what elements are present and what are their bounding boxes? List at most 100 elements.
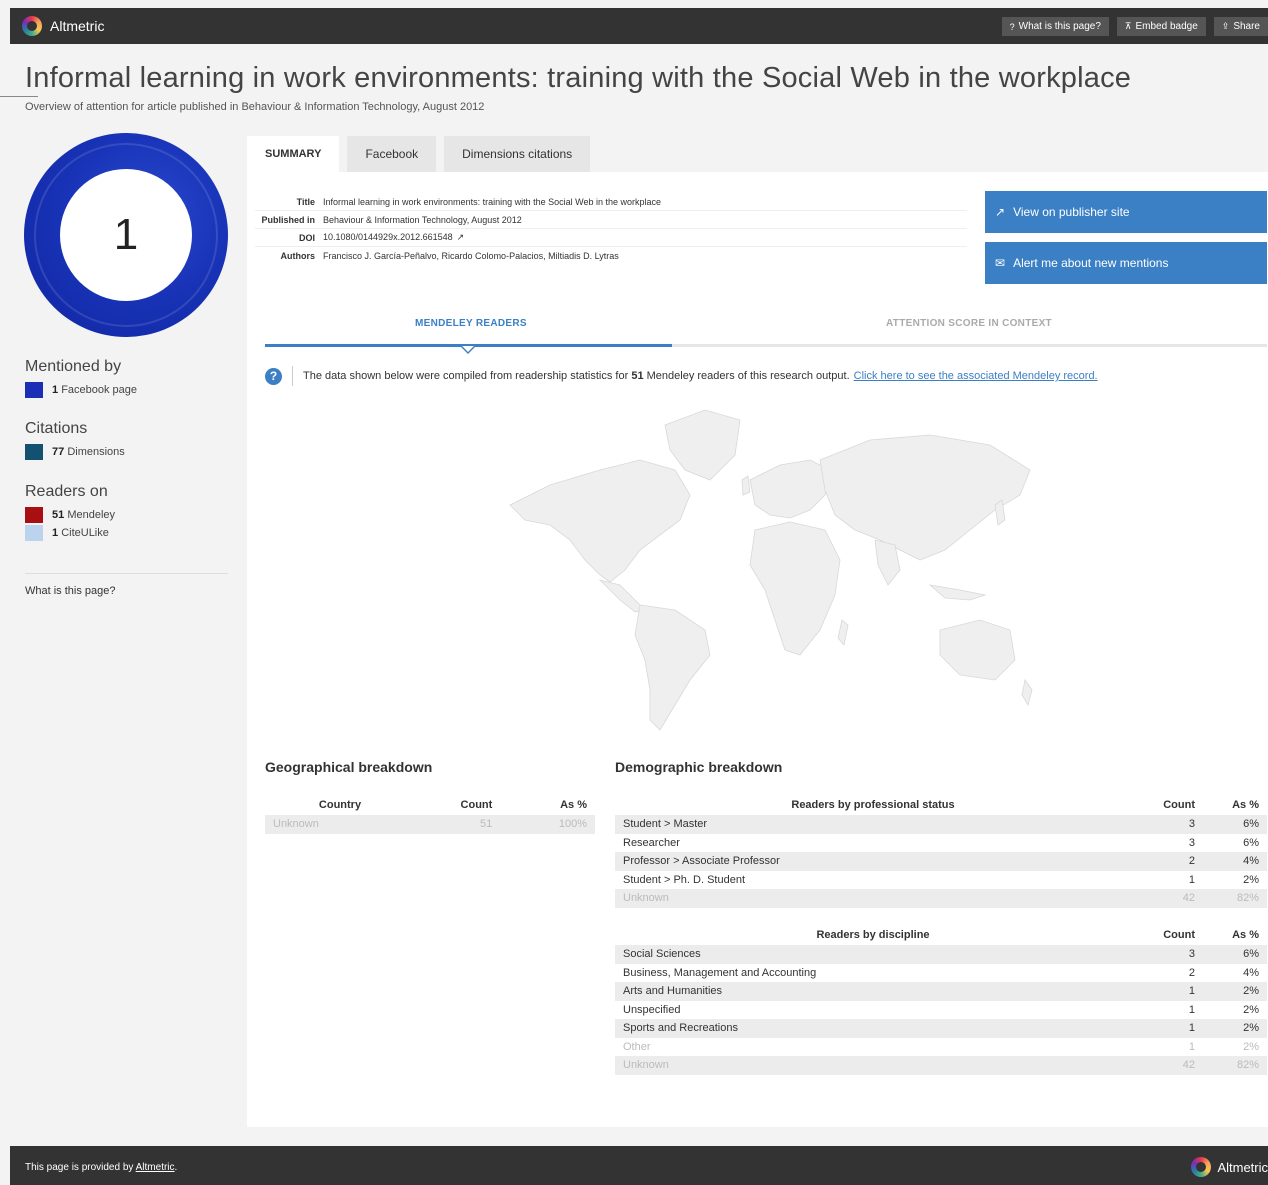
button-label: Share [1233,21,1260,32]
table-row: Unspecified 1 2% [623,1003,1259,1016]
table-row: Other 1 2% [623,1040,1259,1053]
professional-status-table: Readers by professional status Count As … [615,795,1267,908]
dimensions-swatch [25,444,43,460]
footer-altmetric-link[interactable]: Altmetric [136,1162,175,1173]
title-accent-line [0,96,38,97]
envelope-icon: ✉ [995,256,1006,270]
table-row: Professor > Associate Professor 2 4% [615,852,1267,871]
tab-summary[interactable]: SUMMARY [247,136,340,172]
map-south-america [634,604,711,731]
citation-dimensions[interactable]: 77 Dimensions [25,444,125,460]
status-header-count: Count [1163,799,1195,811]
tab-mendeley-readers[interactable]: MENDELEY READERS [415,318,527,329]
button-label: Alert me about new mentions [1013,256,1169,270]
map-north-america [509,459,691,583]
altmetric-ring-icon [1191,1157,1212,1177]
geo-header-percent: As % [560,799,587,811]
map-new-zealand [1021,679,1033,707]
geo-header-count: Count [460,799,493,811]
meta-doi-row: DOI 10.1080/0144929x.2012.661548 ↗ [255,229,967,247]
question-icon: ? [265,367,282,385]
info-separator [292,366,293,386]
mentioned-by-heading: Mentioned by [25,358,122,375]
footer-brand: Altmetric [1217,1159,1268,1175]
citations-heading: Citations [25,420,88,437]
view-publisher-button[interactable]: ↗ View on publisher site [985,191,1267,233]
mention-facebook[interactable]: 1 Facebook page [25,382,137,398]
discipline-table: Readers by discipline Count As % Social … [615,925,1267,1075]
geo-breakdown-title: Geographical breakdown [265,759,433,775]
facebook-swatch [25,382,43,398]
sidebar-divider [25,573,228,574]
external-link-icon: ↗ [995,205,1006,219]
what-is-this-page-link[interactable]: What is this page? [25,585,116,597]
map-europe [749,459,831,519]
embed-badge-button[interactable]: ⊼ Embed badge [1116,17,1206,36]
table-row: Social Sciences 3 6% [615,945,1267,964]
doi-link[interactable]: 10.1080/0144929x.2012.661548 [323,232,453,242]
external-link-icon[interactable]: ↗ [457,232,465,242]
footer-logo[interactable]: Altmetric [1191,1157,1268,1177]
table-row: Student > Ph. D. Student 1 2% [623,873,1259,886]
mendeley-info: ? The data shown below were compiled fro… [265,366,1098,386]
brand-name: Altmetric [50,18,105,34]
table-row: Unknown 42 82% [615,1056,1267,1075]
demo-breakdown-title: Demographic breakdown [615,759,783,775]
mendeley-record-link[interactable]: Click here to see the associated Mendele… [854,370,1098,382]
alert-mentions-button[interactable]: ✉ Alert me about new mentions [985,242,1267,284]
footer: This page is provided by Altmetric. Altm… [10,1146,1268,1185]
reader-mendeley[interactable]: 51 Mendeley [25,507,115,523]
readers-section: Readers on 51 Mendeley 1 CiteULike [25,483,115,541]
map-australia [939,619,1016,681]
world-map [509,409,1033,731]
meta-title-row: Title Informal learning in work environm… [255,193,967,211]
map-africa [749,521,841,656]
top-bar: Altmetric ? What is this page? ⊼ Embed b… [10,8,1268,44]
table-row: Unknown 51 100% [265,815,595,834]
geo-table: Country Count As % Unknown 51 100% [265,795,595,834]
what-is-this-page-button[interactable]: ? What is this page? [1001,17,1109,36]
pin-icon: ⊼ [1124,21,1132,31]
button-label: What is this page? [1018,21,1101,32]
altmetric-ring-icon [22,16,42,36]
map-greenland [664,409,741,481]
question-icon: ? [1009,21,1015,32]
table-row: Student > Master 3 6% [615,815,1267,834]
button-label: View on publisher site [1013,205,1130,219]
citeulike-swatch [25,525,43,541]
tab-dimensions-citations[interactable]: Dimensions citations [444,136,591,172]
map-uk [741,475,751,496]
table-row: Sports and Recreations 1 2% [615,1019,1267,1038]
map-madagascar [837,619,849,646]
page-title: Informal learning in work environments: … [25,62,1132,94]
footer-text: This page is provided by Altmetric. [25,1162,178,1173]
share-button[interactable]: ⇪ Share [1213,17,1268,36]
status-header-label: Readers by professional status [791,799,955,811]
map-central-america [598,579,646,613]
mentioned-by-section: Mentioned by 1 Facebook page [25,358,137,398]
discipline-header-percent: As % [1232,929,1259,941]
readers-heading: Readers on [25,483,108,500]
altmetric-logo[interactable]: Altmetric [22,16,104,36]
status-header-percent: As % [1232,799,1259,811]
button-label: Embed badge [1135,21,1198,32]
attention-score-value: 1 [60,169,192,301]
attention-score-donut: 1 [24,133,228,337]
tab-bar: SUMMARY Facebook Dimensions citations [247,136,591,172]
table-row: Unknown 42 82% [615,889,1267,908]
citations-section: Citations 77 Dimensions [25,420,125,460]
info-text: The data shown below were compiled from … [303,370,850,382]
reader-citeulike[interactable]: 1 CiteULike [25,525,115,541]
tab-attention-context[interactable]: ATTENTION SCORE IN CONTEXT [886,318,1052,329]
page-subtitle: Overview of attention for article publis… [25,101,485,113]
table-row: Arts and Humanities 1 2% [615,982,1267,1001]
map-indonesia [928,584,987,601]
geo-header-country: Country [318,799,362,811]
mendeley-swatch [25,507,43,523]
discipline-header-label: Readers by discipline [816,929,930,941]
tab-facebook[interactable]: Facebook [347,136,437,172]
table-row: Business, Management and Accounting 2 4% [623,966,1259,979]
active-tab-caret-inner [462,346,474,352]
meta-published-row: Published in Behaviour & Information Tec… [255,211,967,229]
detail-tabs: MENDELEY READERS ATTENTION SCORE IN CONT… [265,318,1267,346]
